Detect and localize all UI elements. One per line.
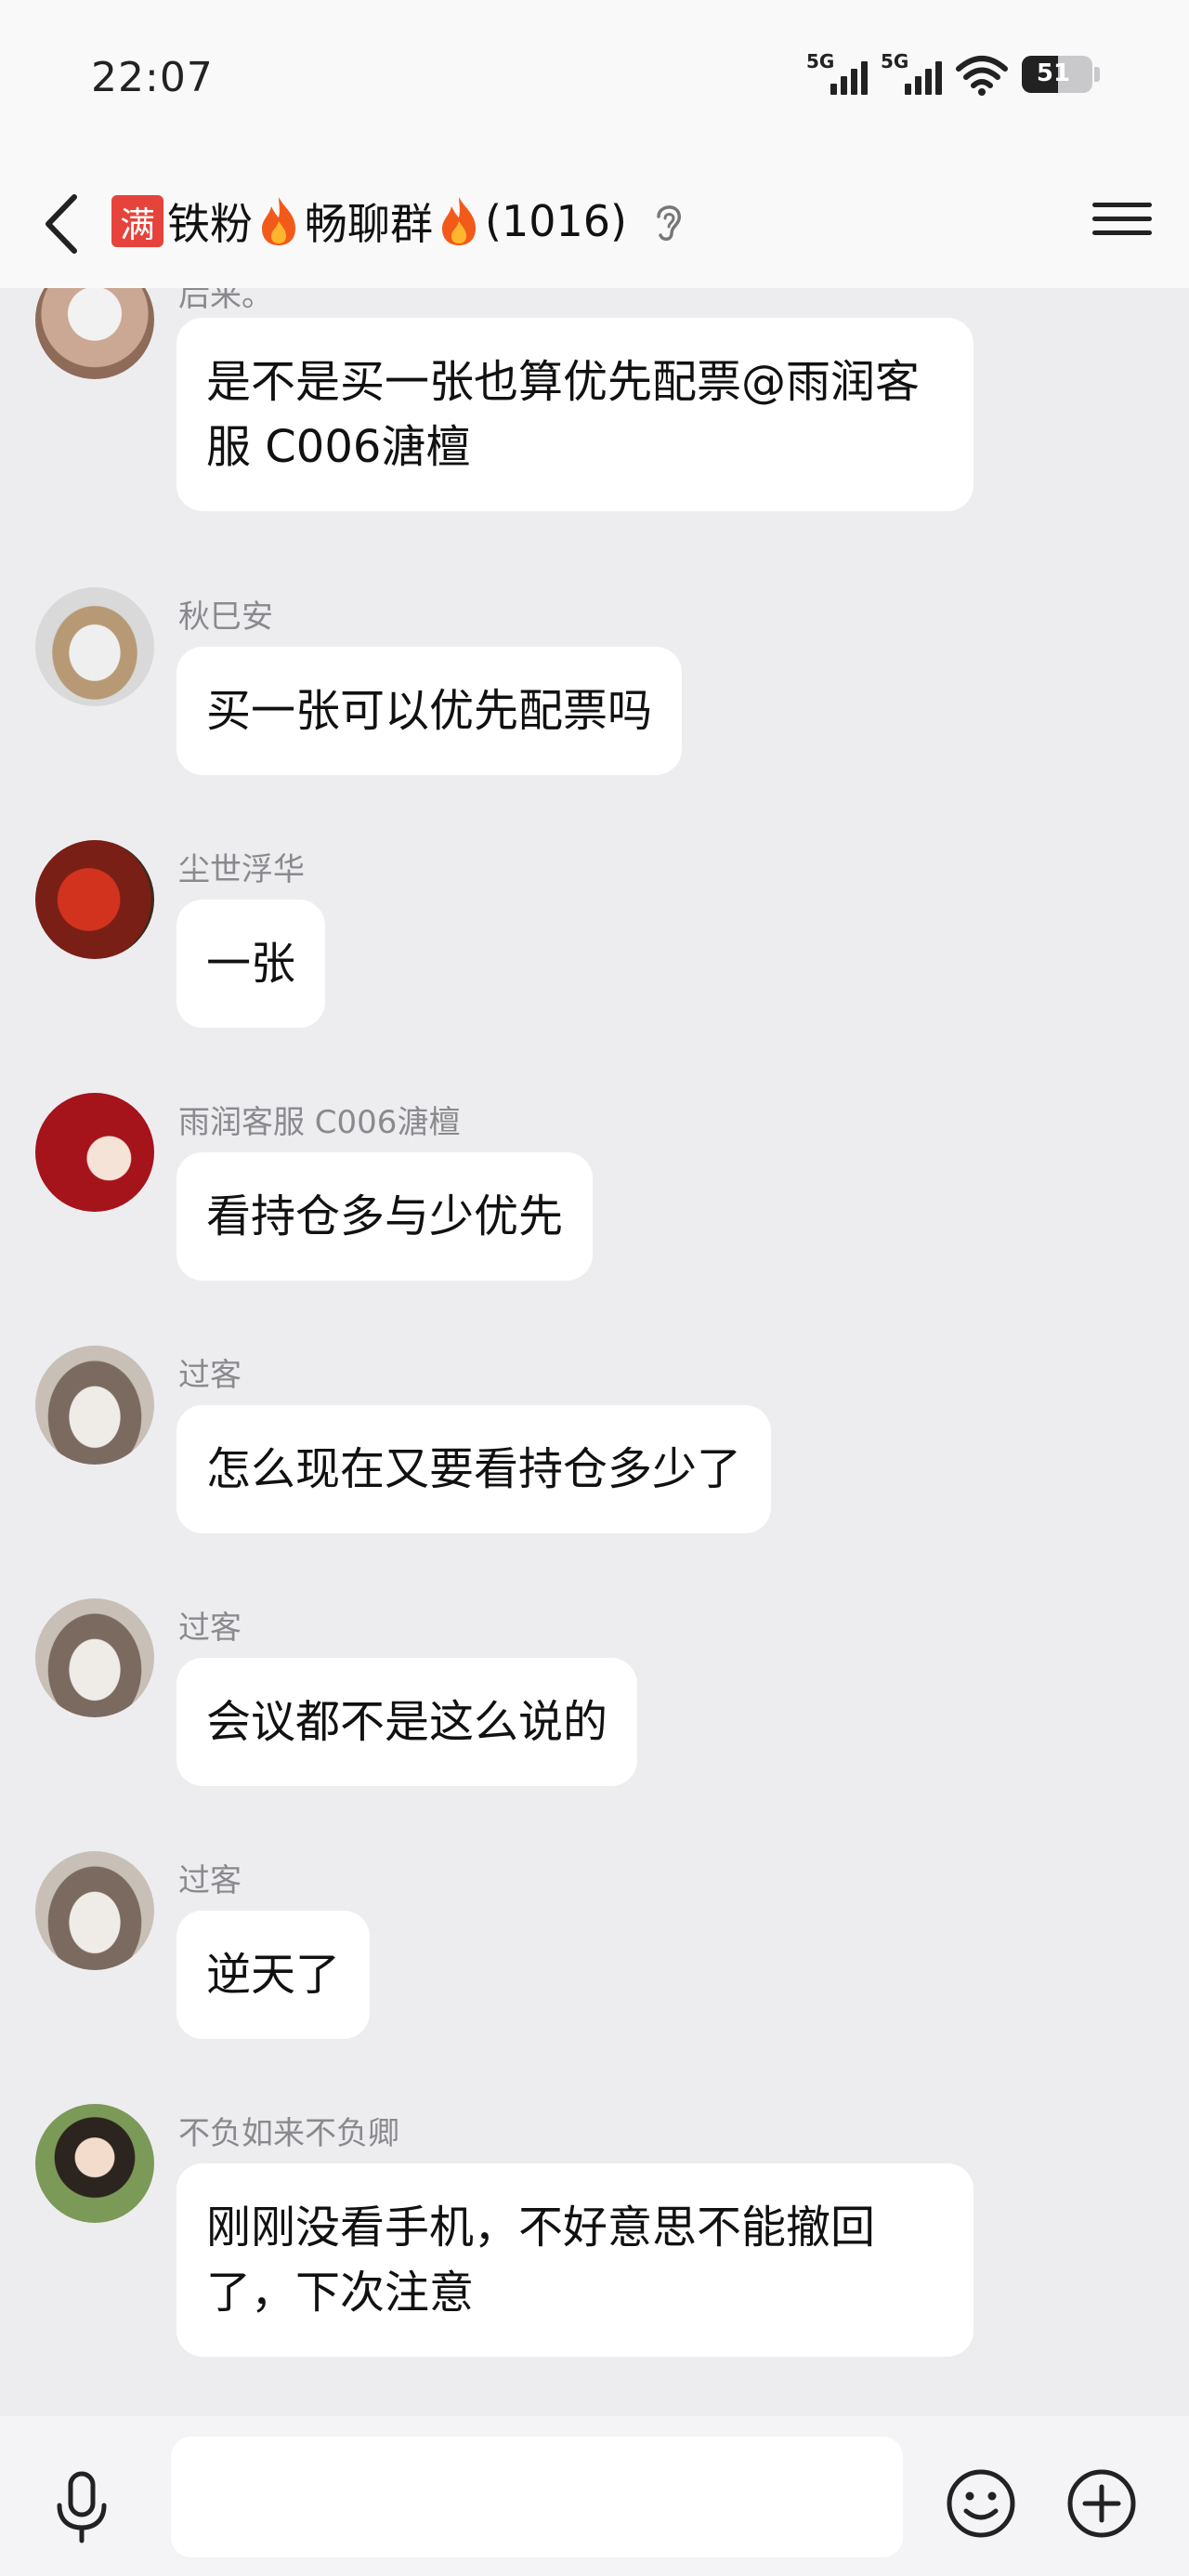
sender-name: 尘世浮华 (178, 851, 305, 888)
group-name-part1: 铁粉 (167, 199, 253, 249)
input-bar (0, 2416, 1189, 2576)
status-icons: 5G 5G 51 (806, 46, 1100, 102)
sender-name: 后来。 (178, 288, 273, 314)
status-time: 22:07 (91, 54, 214, 101)
emoji-icon[interactable] (944, 2466, 1018, 2541)
chat-header: 满 铁粉 畅聊群 (1016) (0, 158, 1189, 288)
message-bubble[interactable]: 刚刚没看手机，不好意思不能撤回了，下次注意 (176, 2163, 973, 2357)
battery-icon: 51 (1022, 56, 1092, 93)
message-list[interactable]: 后来。 是不是买一张也算优先配票@雨润客服 C006溏檀 秋巳安 买一张可以优先… (0, 288, 1189, 2416)
plus-icon[interactable] (1065, 2466, 1139, 2541)
message-bubble[interactable]: 会议都不是这么说的 (176, 1658, 638, 1786)
signal-icon: 5G (806, 50, 868, 99)
fire-icon (262, 197, 295, 245)
ear-icon (657, 205, 681, 241)
back-arrow-icon[interactable] (37, 191, 93, 256)
group-title[interactable]: 满 铁粉 畅聊群 (1016) (111, 184, 686, 258)
message-bubble[interactable]: 逆天了 (176, 1911, 371, 2039)
message-bubble[interactable]: 怎么现在又要看持仓多少了 (176, 1405, 772, 1533)
microphone-icon[interactable] (52, 2470, 111, 2544)
signal-icon: 5G (881, 50, 942, 99)
sender-name: 秋巳安 (178, 598, 273, 636)
sender-name: 不负如来不负卿 (178, 2115, 399, 2152)
menu-icon[interactable] (1092, 193, 1152, 253)
sender-name: 雨润客服 C006溏檀 (178, 1104, 461, 1141)
sender-name: 过客 (178, 1610, 242, 1647)
sender-name: 过客 (178, 1357, 242, 1394)
wifi-icon (956, 56, 1008, 96)
message-bubble[interactable]: 一张 (176, 900, 326, 1028)
member-count: (1016) (485, 196, 627, 246)
avatar[interactable] (35, 1093, 154, 1212)
message-bubble[interactable]: 买一张可以优先配票吗 (176, 647, 683, 775)
avatar[interactable] (35, 1346, 154, 1465)
fire-icon (442, 197, 476, 245)
message-input[interactable] (171, 2437, 903, 2557)
badge-full: 满 (111, 195, 163, 247)
group-name-part2: 畅聊群 (305, 199, 433, 249)
message-bubble[interactable]: 是不是买一张也算优先配票@雨润客服 C006溏檀 (176, 318, 973, 511)
battery-level: 51 (1036, 59, 1071, 87)
sender-name: 过客 (178, 1862, 242, 1899)
message-bubble[interactable]: 看持仓多与少优先 (176, 1152, 594, 1281)
avatar[interactable] (35, 587, 154, 706)
avatar[interactable] (35, 1598, 154, 1717)
avatar[interactable] (35, 288, 154, 379)
status-bar: 22:07 5G 5G 51 (0, 0, 1189, 158)
avatar[interactable] (35, 840, 154, 959)
avatar[interactable] (35, 2104, 154, 2223)
avatar[interactable] (35, 1851, 154, 1970)
